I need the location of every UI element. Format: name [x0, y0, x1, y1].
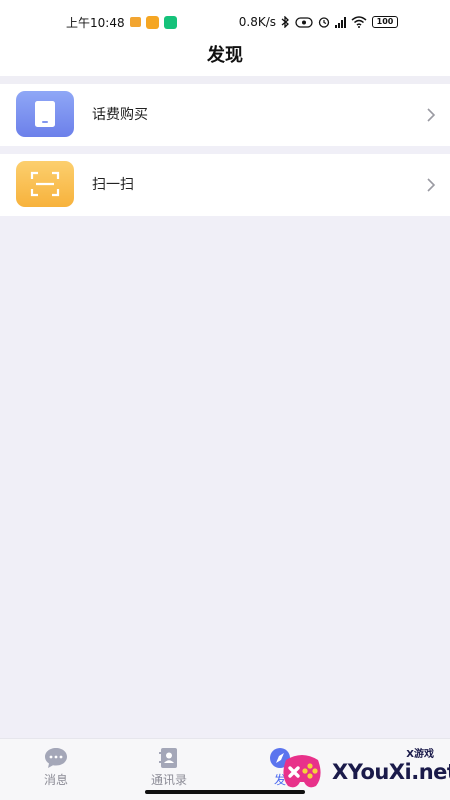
menu-item-phone-recharge[interactable]: 话费购买	[0, 84, 450, 146]
tab-messages[interactable]: 消息	[21, 747, 91, 788]
contacts-book-icon	[159, 748, 177, 768]
tab-label: 通讯录	[150, 773, 187, 787]
home-indicator[interactable]	[145, 790, 305, 794]
tab-contacts[interactable]: 通讯录	[134, 747, 204, 788]
net-speed: 0.8K/s	[238, 15, 276, 29]
battery-icon: 100	[372, 16, 398, 28]
security-notification-icon	[163, 15, 177, 29]
menu-item-label: 扫一扫	[92, 177, 134, 193]
nfc-icon	[295, 16, 313, 28]
cellular-signal-icon	[335, 16, 346, 28]
watermark-text: XYouXi.net	[332, 760, 450, 784]
empty-content-area	[0, 216, 450, 738]
page-title: 发现	[0, 36, 450, 76]
menu-item-label: 话费购买	[92, 107, 148, 123]
status-time: 上午10:48	[66, 15, 125, 30]
scan-icon	[16, 161, 74, 207]
tab-label: 消息	[43, 773, 68, 787]
phone-card-icon	[16, 91, 74, 137]
menu-item-scan[interactable]: 扫一扫	[0, 154, 450, 216]
chevron-right-icon	[427, 108, 436, 122]
chat-bubble-icon	[45, 748, 67, 768]
message-notification-icon	[145, 15, 159, 29]
chevron-right-icon	[427, 178, 436, 192]
status-right: 0.8K/s 100	[239, 15, 398, 29]
app-notification-icon	[129, 17, 141, 27]
bluetooth-icon	[281, 16, 289, 28]
gamepad-logo-icon	[283, 755, 321, 788]
wifi-icon	[351, 16, 367, 28]
watermark-small-text: X游戏	[406, 749, 434, 760]
section-divider	[0, 76, 450, 84]
alarm-icon	[318, 17, 330, 28]
status-left: 上午10:48	[66, 14, 177, 31]
